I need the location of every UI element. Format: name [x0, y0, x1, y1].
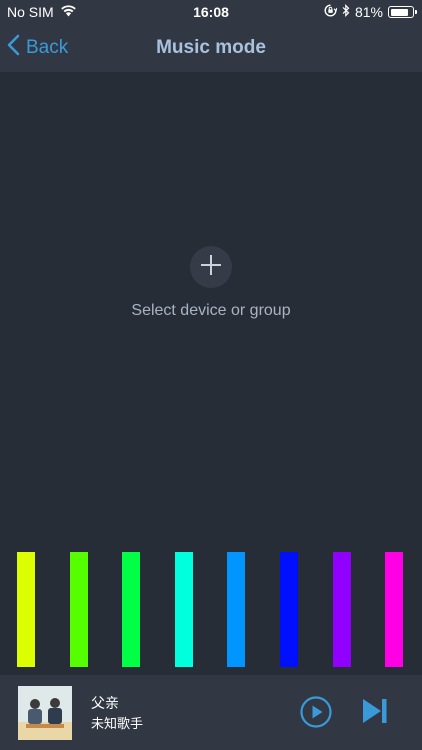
next-track-button[interactable]: [361, 697, 389, 730]
spectrum-bar: [227, 552, 245, 667]
spectrum-bar: [17, 552, 35, 667]
play-button[interactable]: [300, 696, 332, 733]
music-player-bar: 父亲 未知歌手: [0, 675, 422, 750]
album-art[interactable]: [18, 686, 72, 740]
spectrum-bar: [122, 552, 140, 667]
play-icon: [300, 696, 332, 732]
status-right: 81%: [324, 4, 417, 20]
navigation-bar: Back Music mode: [0, 24, 422, 72]
spectrum-bar: [70, 552, 88, 667]
add-device-button[interactable]: [190, 246, 232, 288]
battery-fill: [390, 8, 408, 16]
bluetooth-icon: [342, 4, 350, 20]
rotation-lock-icon: [324, 4, 338, 20]
song-artist: 未知歌手: [91, 716, 144, 731]
spectrum-bars: [0, 552, 422, 667]
empty-state: Select device or group: [0, 246, 422, 320]
spectrum-bar: [280, 552, 298, 667]
spectrum-bar: [333, 552, 351, 667]
select-device-label: Select device or group: [131, 302, 291, 319]
battery-icon: [388, 6, 417, 18]
plus-icon: [200, 254, 222, 281]
status-bar: No SIM 16:08 81%: [0, 0, 422, 24]
skip-next-icon: [361, 699, 389, 729]
song-title: 父亲: [91, 695, 119, 711]
spectrum-bar: [385, 552, 403, 667]
page-title: Music mode: [156, 37, 266, 58]
spectrum-bar: [175, 552, 193, 667]
battery-percent: 81%: [354, 4, 383, 20]
